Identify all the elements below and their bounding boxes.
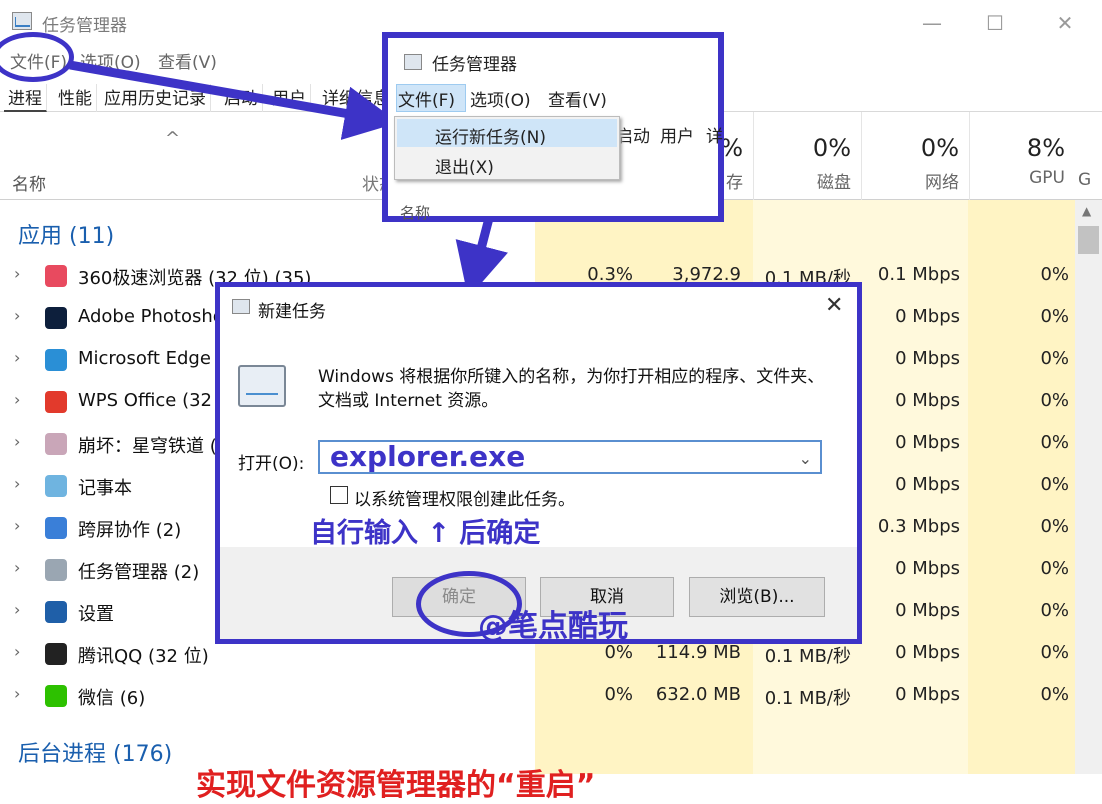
task-manager-icon: [404, 54, 422, 70]
inset-tab-startup: 启动: [616, 127, 650, 147]
run-dialog-icon: [232, 299, 250, 314]
browse-button[interactable]: 浏览(B)...: [689, 577, 825, 617]
bottom-caption: 实现文件资源管理器的“重启”: [196, 768, 596, 803]
admin-checkbox-label[interactable]: 以系统管理权限创建此任务。: [354, 485, 575, 510]
arrow-to-popup: [69, 60, 399, 140]
dialog-title: 新建任务: [258, 302, 326, 322]
inset-column-name: 名称: [400, 204, 431, 222]
chevron-down-icon[interactable]: ⌄: [799, 444, 812, 474]
computer-monitor-icon: [238, 365, 286, 407]
dialog-body: 新建任务 ✕ Windows 将根据你所键入的名称，为你打开相应的程序、文件夹、…: [220, 287, 857, 549]
dialog-close-button[interactable]: ✕: [825, 293, 843, 318]
open-combobox[interactable]: explorer.exe ⌄: [318, 440, 822, 474]
open-label: 打开(O):: [238, 454, 305, 474]
instruction-annotation: 自行输入 ↑ 后确定: [310, 518, 541, 549]
open-input-value[interactable]: explorer.exe: [330, 440, 525, 473]
watermark: @笔点酷玩: [478, 609, 628, 644]
inset-tab-users: 用户: [660, 127, 694, 147]
new-task-dialog: 新建任务 ✕ Windows 将根据你所键入的名称，为你打开相应的程序、文件夹、…: [215, 282, 862, 644]
admin-checkbox[interactable]: [330, 486, 348, 504]
dialog-message: Windows 将根据你所键入的名称，为你打开相应的程序、文件夹、文档或 Int…: [318, 367, 825, 411]
run-new-task-item[interactable]: 运行新任务(N): [435, 123, 546, 148]
inset-menu-view[interactable]: 查看(V): [548, 86, 607, 111]
task-manager-inset: 任务管理器 文件(F) 选项(O) 查看(V) 启动 用户 详 运行新任务(N)…: [382, 32, 724, 222]
exit-item[interactable]: 退出(X): [435, 153, 494, 178]
inset-title: 任务管理器: [432, 55, 517, 75]
inset-menu-options[interactable]: 选项(O): [470, 86, 531, 111]
file-dropdown-menu: 运行新任务(N) 退出(X): [394, 116, 620, 180]
inset-menu-file[interactable]: 文件(F): [398, 86, 455, 111]
inset-tab-details: 详: [706, 127, 723, 147]
